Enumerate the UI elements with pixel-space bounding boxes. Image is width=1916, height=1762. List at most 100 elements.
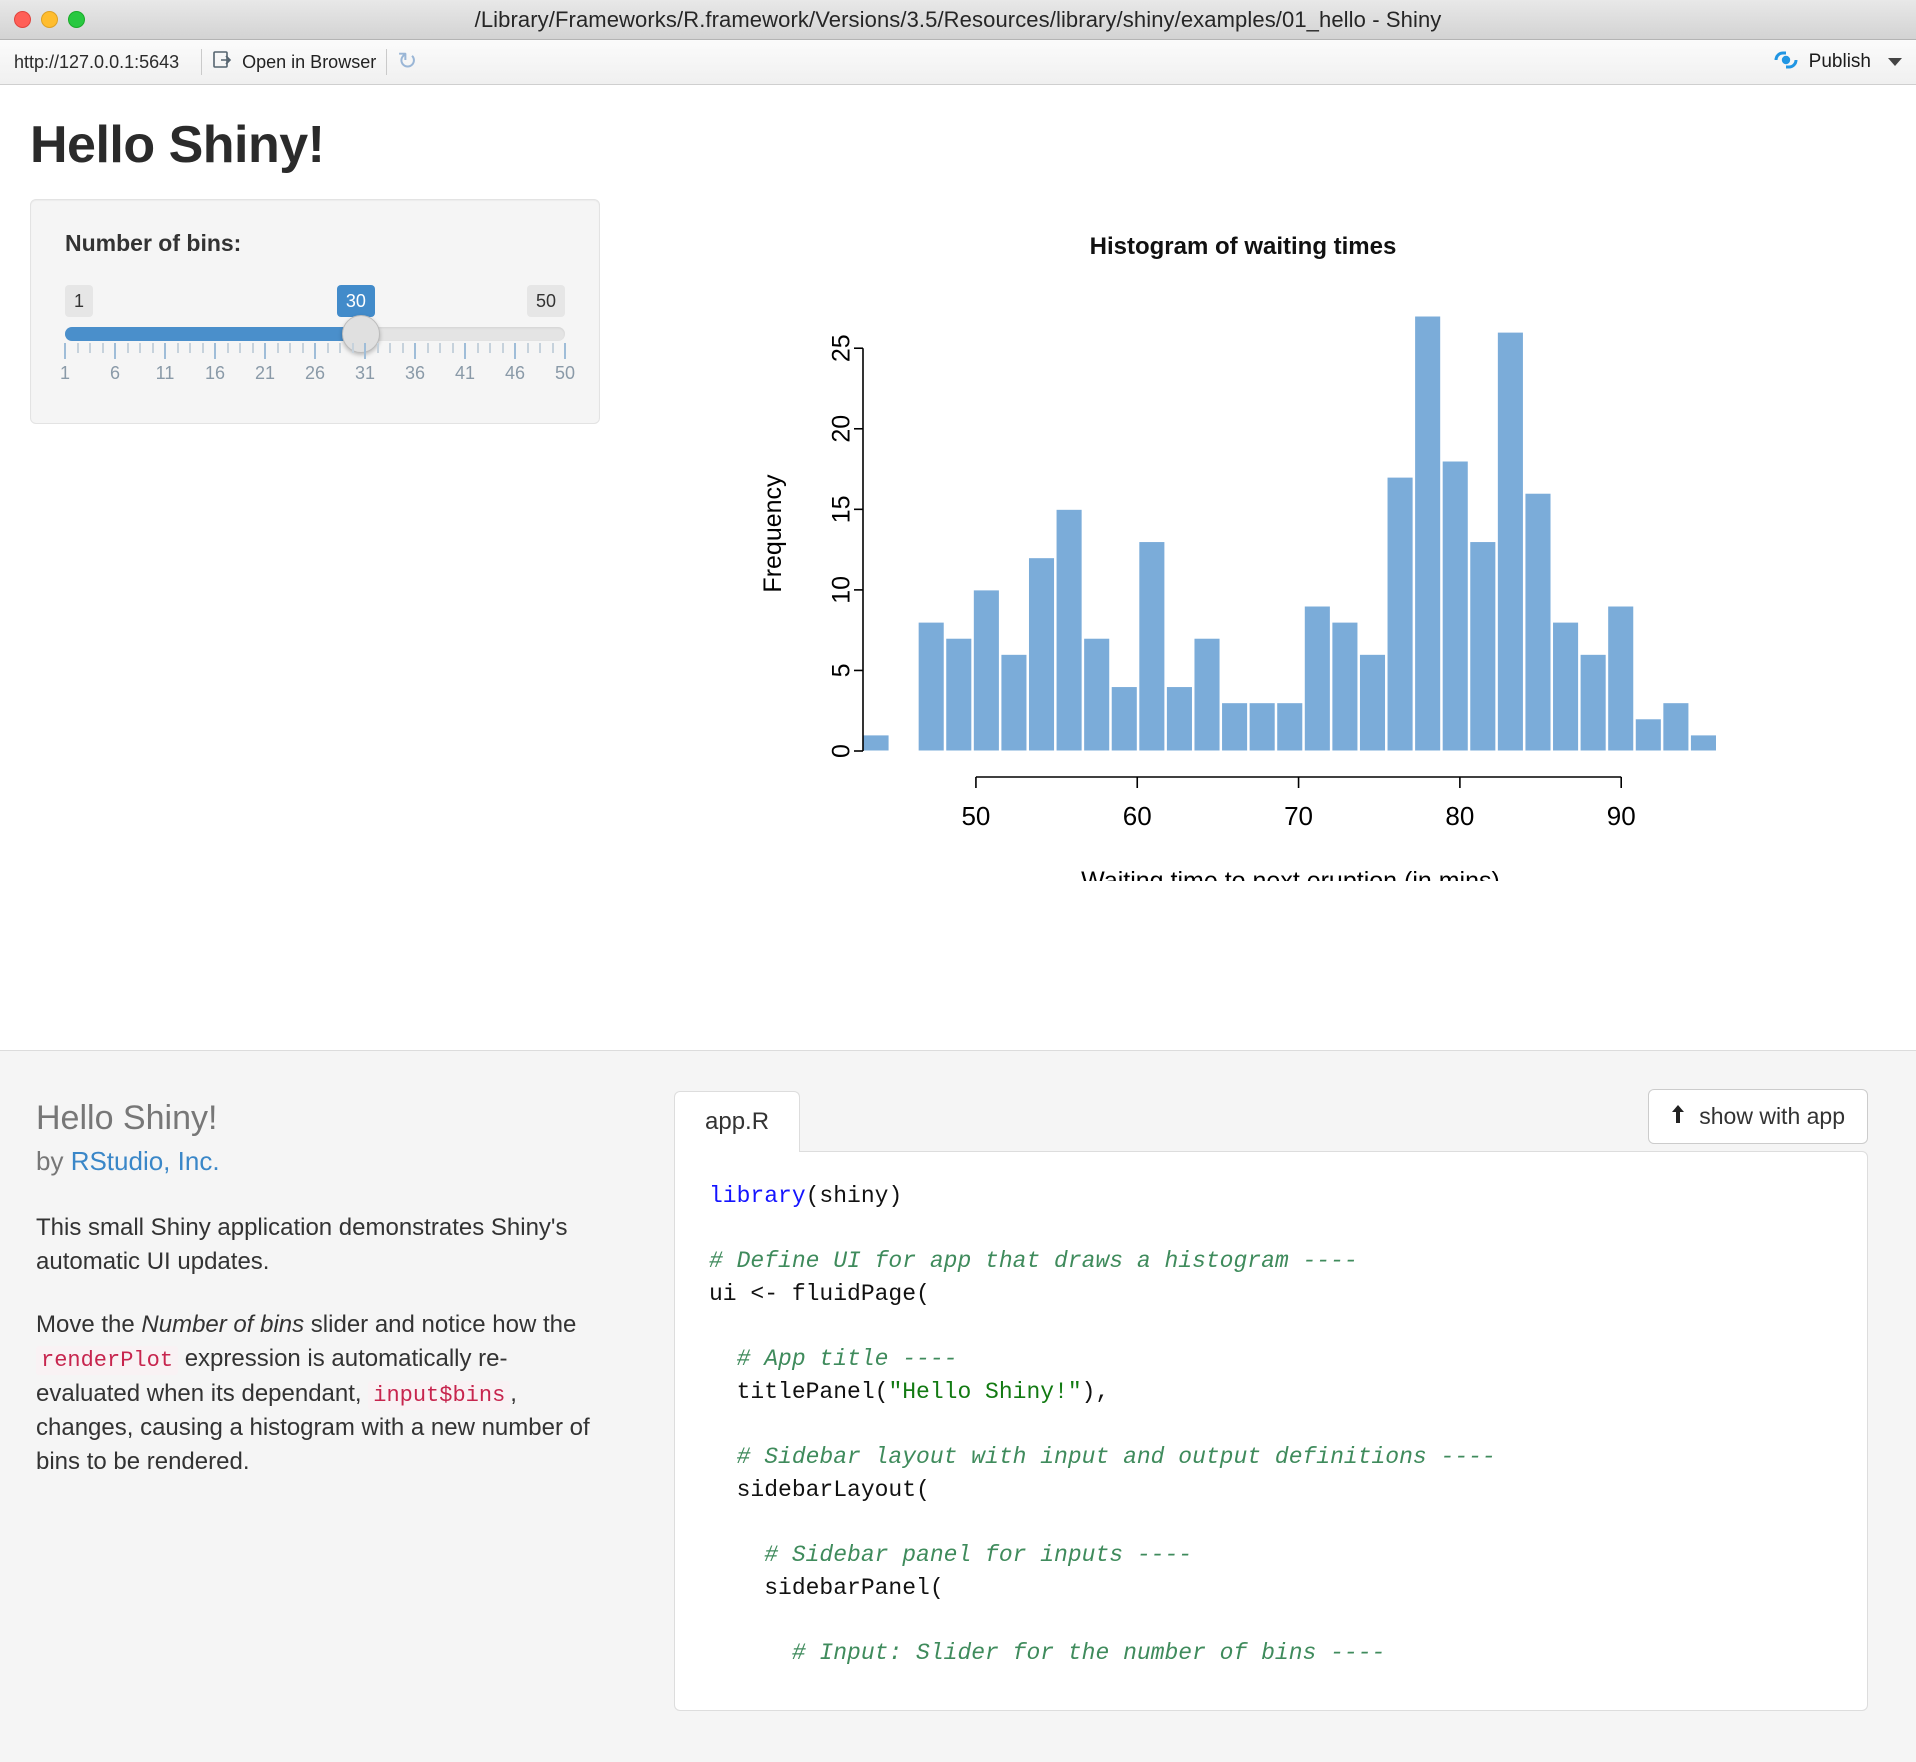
showcase-paragraph-2: Move the Number of bins slider and notic… bbox=[36, 1308, 610, 1478]
histogram-bar bbox=[1386, 476, 1414, 752]
toolbar-divider-2 bbox=[386, 49, 388, 75]
tab-app-r[interactable]: app.R bbox=[674, 1091, 801, 1152]
slider-tick-minor bbox=[451, 343, 454, 353]
slider-min-label: 1 bbox=[65, 285, 94, 317]
p2-code-renderplot: renderPlot bbox=[36, 1345, 179, 1375]
histogram-bar bbox=[1689, 734, 1717, 752]
minimize-icon[interactable] bbox=[41, 11, 58, 28]
slider-tick-minor bbox=[89, 343, 91, 353]
histogram-bar bbox=[1221, 702, 1249, 752]
open-in-browser-button[interactable]: Open in Browser bbox=[212, 49, 376, 76]
histogram-bar bbox=[1358, 653, 1387, 752]
histogram-bar bbox=[1662, 702, 1690, 752]
p2-part-b: slider and notice how the bbox=[304, 1311, 577, 1339]
slider-tick-minor bbox=[301, 343, 304, 353]
p2-code-inputbins: input$bins bbox=[368, 1380, 511, 1410]
open-in-browser-label: Open in Browser bbox=[242, 51, 377, 72]
histogram-bar bbox=[1055, 508, 1083, 752]
showcase-author-line: by RStudio, Inc. bbox=[36, 1146, 610, 1177]
slider-tick-minor bbox=[389, 343, 391, 353]
slider-track[interactable] bbox=[65, 315, 565, 353]
app-toolbar: http://127.0.0.1:5643 Open in Browser ↻ … bbox=[0, 40, 1916, 85]
shiny-app-body: Hello Shiny! Number of bins: 1 30 50 161… bbox=[0, 115, 1916, 899]
slider-label: Number of bins: bbox=[65, 230, 242, 256]
histogram-bar bbox=[1083, 637, 1111, 752]
slider-captions: 1 30 50 bbox=[65, 285, 565, 319]
refresh-icon[interactable]: ↻ bbox=[397, 50, 417, 74]
slider-tick-minor bbox=[376, 343, 379, 353]
slider-tick-major bbox=[514, 343, 516, 359]
slider-tick-minor bbox=[251, 343, 254, 353]
slider-tick-minor bbox=[539, 343, 541, 353]
window-title: /Library/Frameworks/R.framework/Versions… bbox=[474, 6, 1442, 32]
slider-tick-label: 36 bbox=[404, 363, 426, 383]
histogram-bar bbox=[1579, 653, 1607, 752]
histogram-bar bbox=[1110, 686, 1138, 752]
code-content: library(shiny) # Define UI for app that … bbox=[709, 1183, 1496, 1667]
slider-tick-major bbox=[414, 343, 416, 359]
histogram-bar bbox=[1165, 686, 1193, 752]
maximize-icon[interactable] bbox=[68, 11, 85, 28]
histogram-bar bbox=[1496, 331, 1524, 752]
y-axis-tick-label: 10 bbox=[828, 576, 856, 604]
slider-tick-minor bbox=[151, 343, 154, 353]
slider-tick-minor bbox=[526, 343, 529, 353]
slider-tick-label: 6 bbox=[109, 363, 121, 383]
x-axis-tick-label: 90 bbox=[1607, 801, 1636, 831]
slider-tick-label: 21 bbox=[254, 363, 276, 383]
slider-tick-major bbox=[564, 343, 566, 359]
y-axis-tick-label: 25 bbox=[828, 334, 856, 362]
showcase-author-link[interactable]: RStudio, Inc. bbox=[71, 1146, 220, 1176]
showcase-code: show with app app.R library(shiny) # Def… bbox=[650, 1051, 1916, 1762]
slider-tick-minor bbox=[139, 343, 141, 353]
y-axis-tick-label: 15 bbox=[828, 495, 856, 523]
slider-tick-label: 50 bbox=[554, 363, 576, 383]
slider-tick-minor bbox=[101, 343, 104, 353]
slider-tick-minor bbox=[276, 343, 279, 353]
slider-tick-major bbox=[164, 343, 166, 359]
histogram-bar bbox=[1248, 702, 1276, 752]
slider-max-label: 50 bbox=[526, 285, 565, 317]
showcase-title: Hello Shiny! bbox=[36, 1099, 218, 1137]
histogram-bar bbox=[1303, 605, 1331, 752]
app-main-row: Number of bins: 1 30 50 1 6 11 16 21 26 31 36 41… bbox=[30, 199, 1886, 899]
slider-tick-label: 41 bbox=[454, 363, 476, 383]
chevron-down-icon[interactable] bbox=[1888, 58, 1902, 66]
slider-tick-minor bbox=[239, 343, 241, 353]
slider-tick-label: 16 bbox=[204, 363, 226, 383]
x-axis-tick-label: 60 bbox=[1123, 801, 1152, 831]
code-viewer[interactable]: library(shiny) # Define UI for app that … bbox=[674, 1151, 1868, 1711]
histogram-bar bbox=[1607, 605, 1635, 752]
slider-tick-label: 31 bbox=[354, 363, 376, 383]
histogram-bar bbox=[1000, 653, 1028, 752]
showcase-doc: Hello Shiny! by RStudio, Inc. This small… bbox=[0, 1051, 650, 1762]
publish-button[interactable]: Publish bbox=[1772, 48, 1902, 77]
slider-value-label: 30 bbox=[336, 285, 375, 317]
slider-tick-minor bbox=[489, 343, 491, 353]
histogram-bar bbox=[862, 734, 890, 752]
histogram-bar bbox=[1524, 492, 1552, 752]
chart-canvas: 0 5 10 15 20 25 Frequency 50 60 70 80 90 Waiting tim… bbox=[759, 315, 1717, 881]
slider-tick-minor bbox=[476, 343, 479, 353]
close-icon[interactable] bbox=[14, 11, 31, 28]
window-titlebar: /Library/Frameworks/R.framework/Versions… bbox=[0, 0, 1916, 40]
bins-slider[interactable]: 1 30 50 1 6 11 16 21 26 31 36 41 46 50 bbox=[60, 279, 575, 389]
slider-tick-minor bbox=[176, 343, 179, 353]
slider-tick-major bbox=[264, 343, 266, 359]
histogram-bar bbox=[945, 637, 973, 752]
histogram-bar bbox=[1331, 621, 1359, 752]
slider-tick-label: 46 bbox=[504, 363, 526, 383]
slider-tick-minor bbox=[426, 343, 429, 353]
slider-tick-minor bbox=[501, 343, 504, 353]
x-axis-title: Waiting time to next eruption (in mins) bbox=[1081, 867, 1500, 881]
showcase-paragraph-1: This small Shiny application demonstrate… bbox=[36, 1214, 568, 1275]
histogram-bar bbox=[1552, 621, 1580, 752]
histogram-bar bbox=[1276, 702, 1304, 752]
slider-tick-label: 11 bbox=[155, 363, 175, 383]
url-text: http://127.0.0.1:5643 bbox=[14, 51, 180, 72]
slider-ticks bbox=[64, 343, 566, 359]
slider-tick-minor bbox=[289, 343, 291, 353]
slider-tick-major bbox=[114, 343, 116, 359]
slider-tick-minor bbox=[189, 343, 191, 353]
y-axis-tick-label: 20 bbox=[828, 415, 856, 443]
